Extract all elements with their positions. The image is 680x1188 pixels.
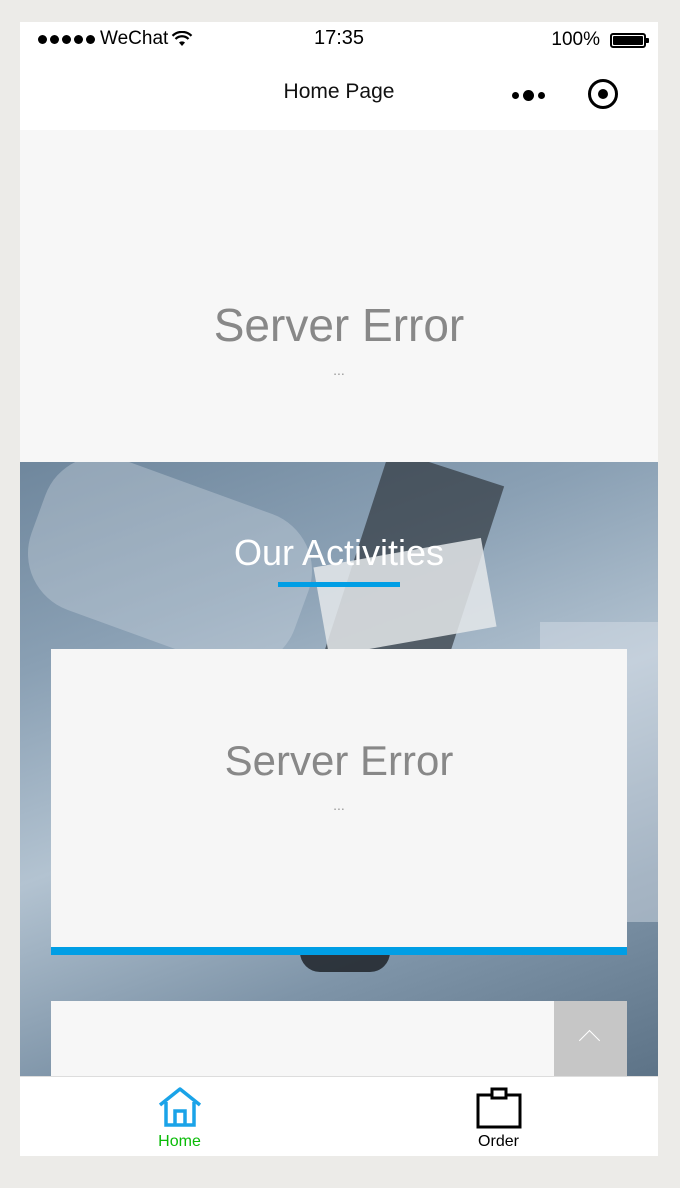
clipboard-icon [476, 1087, 521, 1129]
card-error-title: Server Error [224, 737, 454, 784]
navigation-bar: Home Page [20, 58, 658, 130]
hero-error-sub: ... [333, 362, 345, 378]
battery-percent: 100% [551, 29, 600, 50]
tab-order[interactable]: Order [339, 1077, 658, 1156]
tab-bar: Home Order [20, 1076, 658, 1156]
tab-home-label: Home [158, 1133, 201, 1150]
close-miniprogram-icon[interactable] [588, 79, 618, 109]
activities-section: Our Activities Server Error ... [20, 462, 658, 1076]
status-right: 100% [551, 29, 649, 51]
activities-title: Our Activities [233, 532, 445, 573]
more-options-icon[interactable] [512, 90, 545, 101]
phone-screen: WeChat 17:35 100% Home Page Server Error… [20, 22, 658, 1156]
activity-card[interactable]: Server Error ... [51, 649, 627, 955]
tab-order-label: Order [478, 1133, 519, 1150]
card-accent-bar [51, 947, 627, 955]
activity-card[interactable] [51, 1001, 627, 1076]
card-error-sub: ... [333, 797, 345, 813]
battery-icon [610, 32, 649, 48]
hero-banner: Server Error ... [20, 130, 658, 462]
home-icon [158, 1087, 201, 1127]
activities-title-underline [278, 582, 400, 587]
hero-error-title: Server Error [213, 299, 465, 351]
tab-home[interactable]: Home [20, 1077, 339, 1156]
status-bar: WeChat 17:35 100% [20, 22, 658, 58]
back-to-top-button[interactable] [554, 1001, 627, 1076]
page-title: Home Page [283, 80, 395, 103]
